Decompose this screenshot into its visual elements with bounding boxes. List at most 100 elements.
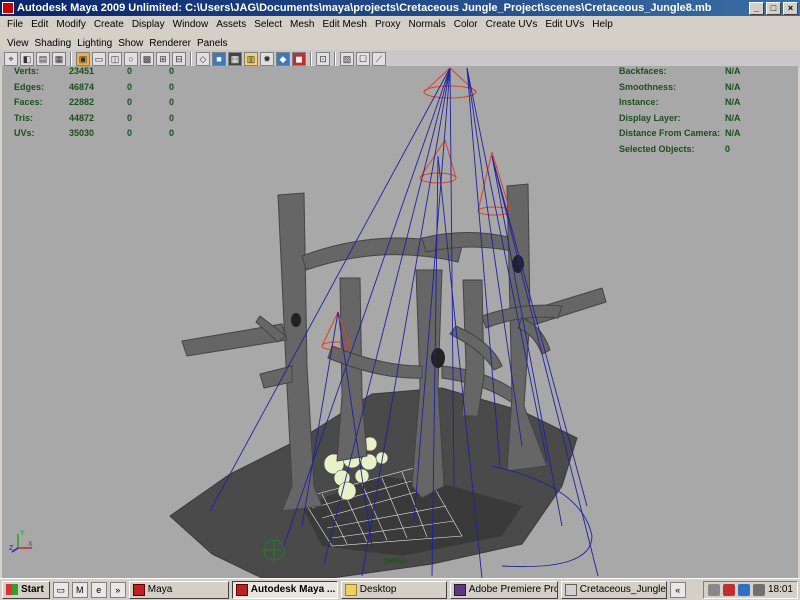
grid-toggle-icon[interactable]: ▣ <box>76 52 90 66</box>
menu-edit[interactable]: Edit <box>27 19 52 30</box>
menu-file[interactable]: File <box>3 19 27 30</box>
security-tray-icon[interactable] <box>722 583 735 596</box>
overflow-chevron-icon[interactable]: » <box>109 581 126 598</box>
image-plane-icon[interactable]: ▦ <box>52 52 66 66</box>
task-label: Maya <box>147 584 173 595</box>
object-details-hud: Backfaces: N/A Smoothness: N/A Instance:… <box>619 66 765 159</box>
hud-value: 0 <box>126 81 132 92</box>
hud-value: 0 <box>126 97 132 107</box>
toolbar-separator <box>334 52 336 66</box>
menu-edit-mesh[interactable]: Edit Mesh <box>318 19 370 30</box>
xray-joints-icon[interactable]: ☐ <box>356 52 370 66</box>
hud-label: Smoothness: <box>619 81 677 92</box>
volume-tray-icon[interactable] <box>752 583 765 596</box>
textured-icon[interactable]: ▥ <box>244 52 258 66</box>
network-tray-icon[interactable] <box>707 583 720 596</box>
start-button[interactable]: Start <box>2 580 50 599</box>
menu-edit-uvs[interactable]: Edit UVs <box>541 19 588 30</box>
minimize-button[interactable]: _ <box>749 1 764 15</box>
panel-menu-shading[interactable]: Shading <box>32 38 75 49</box>
hud-value: 0 <box>126 112 132 123</box>
task-cretaceous-jungle[interactable]: Cretaceous_Jungle_... <box>560 580 667 599</box>
task-premiere[interactable]: Adobe Premiere Pro -... <box>449 580 558 599</box>
menu-color[interactable]: Color <box>450 19 482 30</box>
hud-value: 0 <box>168 128 174 138</box>
panel-menu-view[interactable]: View <box>4 38 32 49</box>
menu-window[interactable]: Window <box>169 19 213 30</box>
camera-name-label: persp <box>384 555 407 565</box>
hud-row-backfaces: Backfaces: N/A <box>619 66 765 82</box>
menu-modify[interactable]: Modify <box>52 19 89 30</box>
isolate-select-icon[interactable]: ⊡ <box>316 52 330 66</box>
hud-value: 46874 <box>68 81 94 92</box>
close-button[interactable]: × <box>783 1 798 15</box>
panel-menu-lighting[interactable]: Lighting <box>74 38 115 49</box>
clock[interactable]: 18:01 <box>768 584 793 595</box>
menu-select[interactable]: Select <box>250 19 286 30</box>
windows-taskbar: Start ▭ M e » Maya Autodesk Maya ... Des… <box>0 578 800 600</box>
film-gate-icon[interactable]: ▭ <box>92 52 106 66</box>
menu-display[interactable]: Display <box>128 19 169 30</box>
axis-x-label: X <box>28 541 33 548</box>
task-maya[interactable]: Maya <box>128 580 229 599</box>
main-menu-bar: File Edit Modify Create Display Window A… <box>0 16 800 32</box>
backface-culling-icon[interactable]: ⟋ <box>372 52 386 66</box>
task-label: Autodesk Maya ... <box>250 584 336 595</box>
hud-value: 22882 <box>68 97 94 107</box>
resolution-gate-icon[interactable]: ◫ <box>108 52 122 66</box>
wireframe-icon[interactable]: ◇ <box>196 52 210 66</box>
menu-create[interactable]: Create <box>90 19 128 30</box>
hud-value: 35030 <box>68 128 94 138</box>
axis-z-label: Z <box>9 545 14 552</box>
use-all-lights-icon[interactable]: ✹ <box>260 52 274 66</box>
task-autodesk-maya[interactable]: Autodesk Maya ... <box>231 580 338 599</box>
premiere-icon <box>453 583 466 596</box>
menu-mesh[interactable]: Mesh <box>286 19 318 30</box>
hud-value: 0 <box>126 66 132 76</box>
hud-value: 0 <box>168 81 174 92</box>
hud-row-display-layer: Display Layer: N/A <box>619 113 765 129</box>
xray-icon[interactable]: ▧ <box>340 52 354 66</box>
hud-value: N/A <box>725 81 741 92</box>
taskbar-overflow-icon[interactable]: « <box>669 581 686 598</box>
hardware-texturing-icon[interactable]: ◼ <box>292 52 306 66</box>
panel-menu-panels[interactable]: Panels <box>194 38 231 49</box>
safe-action-icon[interactable]: ⊞ <box>156 52 170 66</box>
menu-help[interactable]: Help <box>588 19 617 30</box>
hud-label: Distance From Camera: <box>619 128 721 138</box>
show-desktop-icon[interactable]: ▭ <box>52 581 69 598</box>
hud-value: 0 <box>168 97 174 107</box>
perspective-viewport[interactable]: Verts: 23451 0 0 Edges: 46874 0 0 Faces:… <box>2 66 798 578</box>
task-desktop[interactable]: Desktop <box>340 580 447 599</box>
axis-y-label: Y <box>20 530 25 537</box>
shadows-icon[interactable]: ◆ <box>276 52 290 66</box>
select-camera-icon[interactable]: ⌖ <box>4 52 18 66</box>
hud-row-edges: Edges: 46874 0 0 <box>14 82 174 98</box>
panel-menu-show[interactable]: Show <box>115 38 146 49</box>
maya-icon <box>132 583 145 596</box>
menu-proxy[interactable]: Proxy <box>371 19 405 30</box>
panel-menu-renderer[interactable]: Renderer <box>146 38 194 49</box>
gate-mask-icon[interactable]: ○ <box>124 52 138 66</box>
task-label: Desktop <box>359 584 397 595</box>
field-chart-icon[interactable]: ▩ <box>140 52 154 66</box>
hud-label: Tris: <box>14 112 34 123</box>
hud-value: 0 <box>725 143 731 154</box>
camera-attributes-icon[interactable]: ◧ <box>20 52 34 66</box>
smooth-shade-icon[interactable]: ■ <box>212 52 226 66</box>
maximize-button[interactable]: □ <box>766 1 781 15</box>
safe-title-icon[interactable]: ⊟ <box>172 52 186 66</box>
app-tray-icon[interactable] <box>737 583 750 596</box>
hud-row-verts: Verts: 23451 0 0 <box>14 66 174 82</box>
menu-create-uvs[interactable]: Create UVs <box>482 19 542 30</box>
hud-value: N/A <box>725 112 741 123</box>
windows-logo-icon <box>6 584 18 595</box>
wireframe-on-shaded-icon[interactable]: ▦ <box>228 52 242 66</box>
hud-value: 0 <box>168 66 174 76</box>
ie-quicklaunch-icon[interactable]: e <box>90 581 107 598</box>
menu-normals[interactable]: Normals <box>405 19 450 30</box>
bookmark-icon[interactable]: ▤ <box>36 52 50 66</box>
maya-quicklaunch-icon[interactable]: M <box>71 581 88 598</box>
menu-assets[interactable]: Assets <box>212 19 250 30</box>
hud-label: Selected Objects: <box>619 143 695 154</box>
